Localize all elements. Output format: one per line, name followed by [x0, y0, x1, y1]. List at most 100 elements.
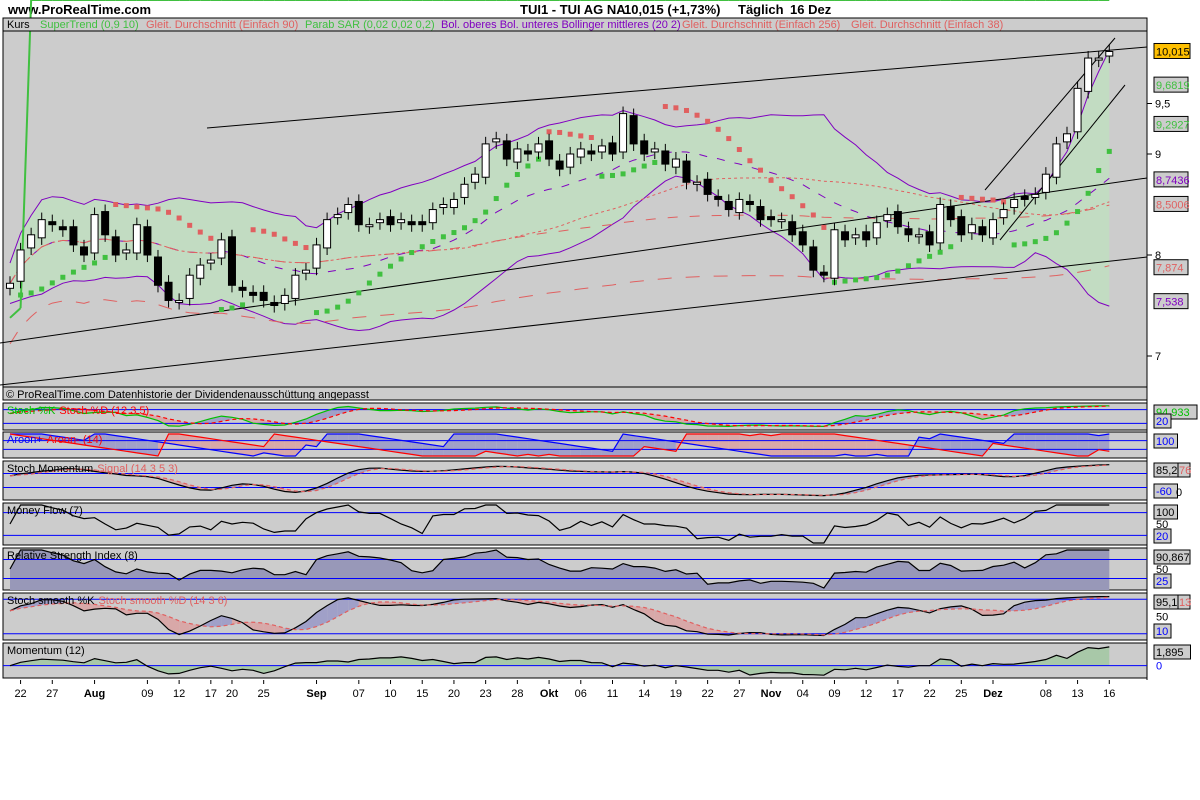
candle-body	[69, 226, 78, 246]
candle-body	[6, 282, 14, 289]
footer-note: © ProRealTime.com Datenhistorie der Divi…	[6, 389, 369, 401]
candle-body	[481, 143, 490, 178]
candle-body	[978, 226, 987, 236]
candle-body	[217, 239, 226, 259]
indicator-panel-aroon: Aroon+ Aroon- (14) 100	[2, 431, 1178, 459]
sar-dot	[49, 280, 55, 286]
sar-dot	[683, 107, 689, 113]
price-change: 10,015 (+1,73%)	[624, 2, 720, 17]
candle-body	[1052, 143, 1061, 178]
panel-fill-segment	[1056, 434, 1067, 455]
candle-body	[1084, 57, 1093, 92]
date-label: Aug	[84, 688, 105, 700]
sar-dot	[905, 263, 911, 269]
date-label: 22	[14, 688, 26, 700]
candle-body	[693, 181, 702, 185]
sar-dot	[314, 310, 320, 316]
sar-dot	[979, 196, 985, 202]
candle-body	[153, 256, 162, 286]
panel-fill-segment	[1035, 434, 1046, 452]
panel-signal-value: 76	[1179, 465, 1191, 477]
candle-body	[1063, 133, 1071, 143]
sar-dot	[588, 135, 594, 141]
date-label: 25	[258, 688, 270, 700]
candle	[619, 106, 628, 160]
candle-body	[925, 231, 934, 246]
legend-supertrend: SuperTrend (0,9 10)	[40, 19, 139, 31]
candle-body	[48, 221, 57, 226]
sar-dot	[303, 245, 309, 251]
legend-kurs: Kurs	[7, 19, 30, 31]
panel-title-signal: Stoch %D (12 3 5)	[59, 405, 149, 417]
price-tick-label: 9	[1155, 149, 1161, 161]
sar-dot	[451, 230, 457, 236]
sar-dot	[39, 286, 45, 292]
panel-title: Stoch Momentum	[7, 463, 93, 475]
candle-body	[301, 269, 310, 274]
candle-body	[323, 219, 332, 249]
candle-body	[534, 143, 543, 153]
sar-dot	[271, 231, 277, 237]
legend-ma38: Gleit. Durchschnitt (Einfach 38)	[851, 19, 1003, 31]
sar-dot	[208, 235, 214, 241]
candle	[90, 207, 99, 261]
panel-fill-segment	[749, 434, 761, 455]
candle-body	[724, 200, 733, 211]
candle-body	[756, 206, 765, 221]
candle	[16, 242, 25, 289]
panel-title: Momentum (12)	[7, 645, 85, 657]
panel-fill-segment	[401, 440, 412, 455]
panel-low-label: 20	[1156, 531, 1168, 543]
sar-dot	[779, 186, 785, 192]
panel-fill-segment	[982, 609, 994, 616]
date-label: 15	[416, 688, 428, 700]
candle-body	[936, 204, 945, 244]
candle-body	[196, 264, 205, 279]
candle-body	[967, 224, 976, 234]
sar-dot	[821, 224, 827, 230]
date-label: 20	[448, 688, 460, 700]
panel-fill-segment	[792, 434, 803, 456]
candle-body	[185, 274, 194, 299]
panel-fill-segment	[781, 434, 793, 456]
sar-dot	[927, 253, 933, 259]
candle	[936, 197, 945, 250]
panel-fill-segment	[538, 440, 550, 456]
sar-dot	[187, 222, 193, 228]
candle-body	[862, 231, 871, 241]
sar-dot	[525, 163, 531, 169]
date-label: 22	[701, 688, 713, 700]
candle-body	[333, 214, 342, 219]
indicator-panel-mf: Money Flow (7) 1005020	[2, 502, 1178, 546]
panel-fill-segment	[1077, 434, 1089, 456]
sar-dot	[409, 250, 415, 256]
price-badge-label: 7,538	[1156, 297, 1184, 309]
panel-fill-segment	[1024, 434, 1036, 450]
period: Täglich	[738, 2, 784, 17]
legend-ma256: Gleit. Durchschnitt (Einfach 256)	[682, 19, 840, 31]
date-label: 17	[205, 688, 217, 700]
candle-body	[460, 183, 469, 198]
candle-body	[1010, 198, 1019, 209]
candle-body	[291, 274, 300, 299]
candle-body	[164, 281, 173, 301]
legend-ma90: Gleit. Durchschnitt (Einfach 90)	[146, 19, 298, 31]
sar-dot	[1096, 168, 1102, 174]
date-label: 04	[797, 688, 809, 700]
panel-fill-segment	[718, 434, 729, 450]
candle-body	[545, 140, 554, 160]
sar-dot	[863, 276, 869, 282]
sar-dot	[1043, 235, 1049, 241]
sar-dot	[874, 275, 880, 281]
price-badge-label: 7,874	[1156, 263, 1184, 275]
panel-fill-segment	[834, 434, 846, 456]
candle-body	[513, 148, 522, 163]
candle-body	[354, 200, 363, 226]
date-label: 19	[670, 688, 682, 700]
candle-body	[1094, 57, 1103, 61]
panel-value: 90,867	[1156, 552, 1190, 564]
date-label: 12	[860, 688, 872, 700]
sar-dot	[282, 236, 288, 242]
sar-dot	[335, 304, 341, 310]
panel-fill-segment	[105, 434, 116, 450]
